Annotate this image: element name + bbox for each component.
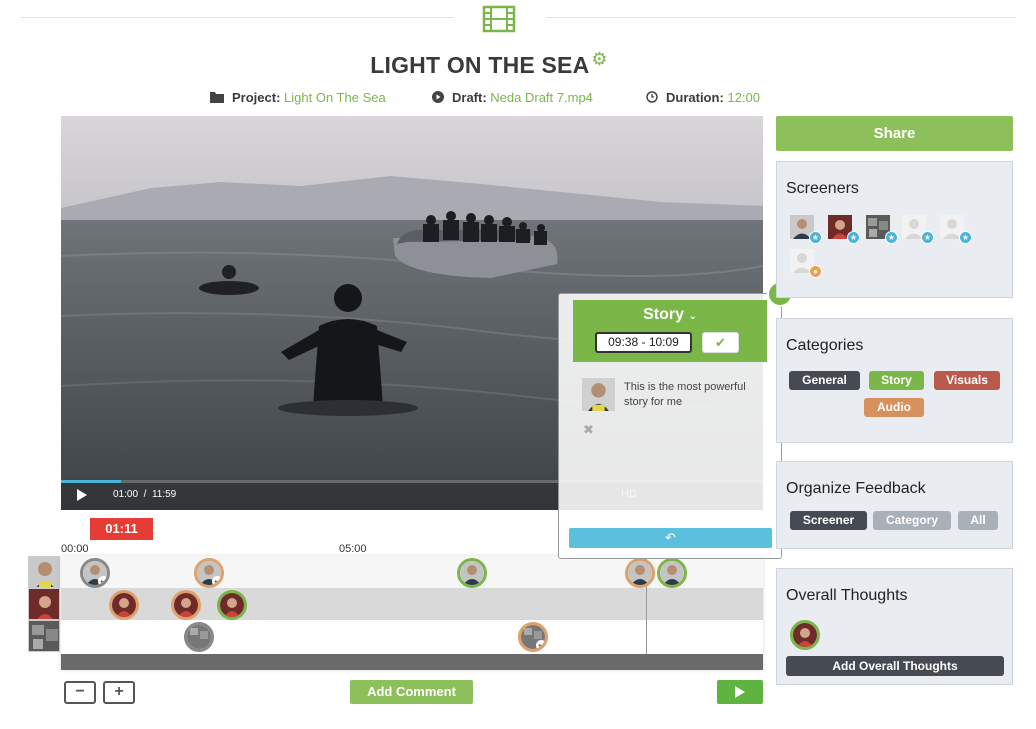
organize-by-screener[interactable]: Screener [790, 511, 867, 530]
organize-by-category[interactable]: Category [873, 511, 951, 530]
zoom-in-button[interactable]: + [103, 681, 135, 704]
draft-meta: Draft: Neda Draft 7.mp4 [432, 90, 593, 105]
comment-pin[interactable] [217, 590, 247, 620]
video-play-icon[interactable] [77, 489, 87, 501]
comment-pin[interactable] [625, 558, 655, 588]
play-circle-icon [432, 91, 444, 103]
timeline-lane[interactable] [61, 588, 763, 620]
category-tag-visuals[interactable]: Visuals [934, 371, 1000, 390]
draft-value[interactable]: Neda Draft 7.mp4 [490, 90, 593, 105]
page-title-text: LIGHT ON THE SEA [370, 52, 590, 78]
organize-feedback-panel: Organize Feedback Screener Category All [776, 461, 1013, 549]
comment-category-label: Story [643, 306, 685, 323]
comment-category-dropdown[interactable]: Story ⌄ [573, 306, 767, 324]
check-icon[interactable]: ✔ [702, 332, 739, 353]
star-badge-icon: ★ [847, 231, 860, 244]
overall-thoughts-panel: Overall Thoughts Add Overall Thoughts [776, 568, 1013, 685]
organize-all[interactable]: All [958, 511, 998, 530]
comment-pin[interactable]: ↩ [194, 558, 224, 588]
star-badge-icon: ★ [885, 231, 898, 244]
current-time-badge: 01:11 [90, 518, 153, 540]
add-comment-button[interactable]: Add Comment [350, 680, 473, 704]
comment-pin[interactable] [457, 558, 487, 588]
comment-pin[interactable]: ↩ [80, 558, 110, 588]
reply-button[interactable]: ↶ [569, 528, 772, 548]
draft-label: Draft: [452, 90, 487, 105]
timeline-play-button[interactable] [717, 680, 763, 704]
timeline-scrollbar[interactable] [61, 654, 763, 670]
comment-time-range-field[interactable]: 09:38 - 10:09 [595, 332, 692, 353]
header-divider-right [546, 17, 1016, 18]
comment-text: This is the most powerful story for me [624, 381, 746, 408]
comment-popup: Story ⌄ 09:38 - 10:09 ✔ This is the most… [558, 293, 782, 559]
delete-icon[interactable]: ✖ [583, 422, 594, 438]
video-total-time: 11:59 [151, 489, 177, 500]
page-title: LIGHT ON THE SEA ⚙ [0, 49, 978, 79]
project-meta: Project: Light On The Sea [210, 90, 386, 105]
comment-pin[interactable] [171, 590, 201, 620]
overall-thought-avatar[interactable] [790, 620, 820, 650]
video-time: 01:00 / 11:59 [113, 489, 176, 500]
chevron-down-icon: ⌄ [688, 311, 697, 322]
clock-icon [646, 91, 658, 103]
overall-thoughts-title: Overall Thoughts [786, 587, 908, 604]
organize-feedback-title: Organize Feedback [786, 480, 926, 497]
pending-badge-icon: ● [809, 265, 822, 278]
comment-pin[interactable] [657, 558, 687, 588]
project-value[interactable]: Light On The Sea [284, 90, 386, 105]
comment-pin[interactable] [184, 622, 214, 652]
video-current-time: 01:00 [113, 489, 139, 500]
duration-meta: Duration: 12:00 [646, 90, 760, 105]
lane-avatar-screener-1[interactable] [28, 556, 60, 588]
project-label: Project: [232, 90, 281, 105]
categories-title: Categories [786, 337, 864, 354]
comment-author-avatar [582, 378, 615, 411]
duration-value: 12:00 [727, 90, 760, 105]
comment-pin[interactable] [109, 590, 139, 620]
categories-panel: Categories General Story Visuals Audio [776, 318, 1013, 443]
duration-label: Duration: [666, 90, 724, 105]
category-tag-story[interactable]: Story [869, 371, 924, 390]
gear-icon[interactable]: ⚙ [591, 49, 607, 69]
reply-icon: ↶ [665, 530, 676, 545]
star-badge-icon: ★ [959, 231, 972, 244]
category-tag-general[interactable]: General [789, 371, 860, 390]
comment-popup-header: Story ⌄ 09:38 - 10:09 ✔ [573, 300, 767, 362]
zoom-out-button[interactable]: − [64, 681, 96, 704]
timeline-tick-start: 00:00 [61, 543, 89, 555]
star-badge-icon: ★ [809, 231, 822, 244]
header-divider-left [20, 17, 454, 18]
star-badge-icon: ★ [921, 231, 934, 244]
feedback-timeline[interactable]: ↩ ↩ ↩ [61, 556, 763, 670]
film-icon [482, 5, 516, 33]
category-tag-audio[interactable]: Audio [864, 398, 924, 417]
video-time-separator: / [143, 489, 147, 500]
timeline-tick-mid: 05:00 [339, 543, 367, 555]
add-overall-thoughts-button[interactable]: Add Overall Thoughts [786, 656, 1004, 676]
timeline-lane[interactable] [61, 620, 763, 652]
screeners-panel: Screeners ★ ★ ★ ★ ★ ● [776, 161, 1013, 298]
lane-avatar-screener-3[interactable] [28, 620, 60, 652]
play-icon [735, 686, 745, 698]
comment-pin[interactable]: ↩ [518, 622, 548, 652]
lane-avatar-screener-2[interactable] [28, 588, 60, 620]
screeners-title: Screeners [786, 180, 859, 197]
video-progress-fill [61, 480, 121, 483]
share-button[interactable]: Share [776, 116, 1013, 151]
folder-icon [210, 92, 224, 103]
